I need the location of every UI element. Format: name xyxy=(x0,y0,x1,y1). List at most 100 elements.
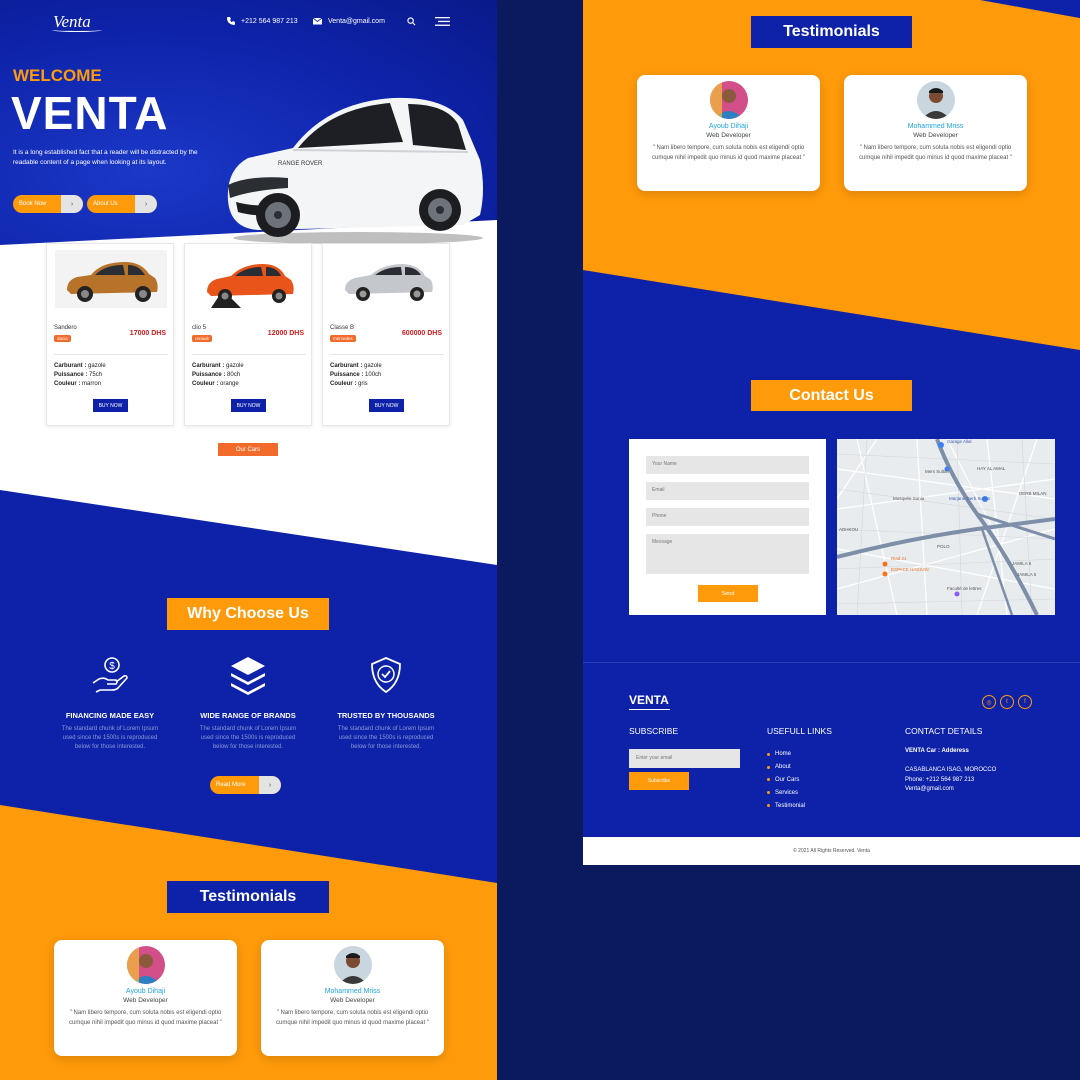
phone-line: Phone: +212 564 987 213 xyxy=(905,776,975,783)
map-label: Riad 21 xyxy=(891,556,907,561)
testimonial-card: Ayoub Dihaji Web Developer " Nam libero … xyxy=(637,75,820,191)
testimonials-title: Testimonials xyxy=(751,16,912,48)
testimonial-name: Mohammed Mriss xyxy=(324,988,381,995)
car-spec-puissance: Puissance : 75ch xyxy=(54,372,103,378)
nav-email-text: Venta@gmail.com xyxy=(328,17,385,25)
book-now-label: Book Now xyxy=(19,201,47,207)
book-now-button[interactable]: Book Now › xyxy=(13,195,83,213)
testimonial-quote: " Nam libero tempore, cum soluta nobis e… xyxy=(652,145,805,161)
footer-link-testimonial[interactable]: Testimonial xyxy=(767,799,805,812)
testimonial-card: Ayoub Dihaji Web Developer " Nam libero … xyxy=(54,940,237,1056)
map-label: Faculté de lettres xyxy=(947,586,982,591)
our-cars-button[interactable]: Our Cars xyxy=(218,443,278,456)
read-more-button[interactable]: Read More › xyxy=(210,776,281,794)
car-image xyxy=(55,250,167,308)
phone-field[interactable]: Phone xyxy=(646,508,809,526)
email-line: Venta@gmail.com xyxy=(905,786,954,792)
footer-link-our-cars[interactable]: Our Cars xyxy=(767,774,805,787)
buy-now-button[interactable]: BUY NOW xyxy=(93,399,128,412)
car-spec-carburant: Carburant : gazole xyxy=(54,363,106,369)
testimonial-role: Web Developer xyxy=(123,997,168,1004)
phone-icon xyxy=(227,17,235,25)
car-price: 17000 DHS xyxy=(129,330,166,337)
instagram-icon[interactable]: ◎ xyxy=(982,695,996,709)
buy-now-button[interactable]: BUY NOW xyxy=(369,399,404,412)
message-field[interactable]: Message xyxy=(646,534,809,574)
map-label: ESPACE HASSAN xyxy=(891,567,929,572)
footer-link-services[interactable]: Services xyxy=(767,786,805,799)
divider xyxy=(54,354,168,355)
testimonial-name: Ayoub Dihaji xyxy=(708,123,749,130)
map-label: Mosquée Sonia xyxy=(893,496,925,501)
map-label: Garage Allal xyxy=(947,439,972,444)
twitter-icon[interactable]: t xyxy=(1000,695,1014,709)
testimonial-quote: " Nam libero tempore, cum soluta nobis e… xyxy=(276,1010,429,1026)
map-label: ADHKOU xyxy=(839,527,859,532)
avatar xyxy=(709,81,748,119)
read-more-label: Read More xyxy=(216,782,246,788)
divider xyxy=(192,354,306,355)
logo-swash xyxy=(52,28,102,32)
testimonial-quote: " Nam libero tempore, cum soluta nobis e… xyxy=(859,145,1012,161)
hero-car-image: RANGE ROVER xyxy=(227,97,483,244)
buy-now-button[interactable]: BUY NOW xyxy=(231,399,266,412)
arrow-right-icon: › xyxy=(259,776,281,794)
about-us-button[interactable]: About Us › xyxy=(87,195,157,213)
nav-phone-text: +212 564 987 213 xyxy=(241,17,298,25)
car-card-sandero[interactable]: Sandero dacia 17000 DHS Carburant : gazo… xyxy=(46,243,174,426)
map-label: Marjane Derb Sultan xyxy=(949,496,991,501)
map-label: JAMILA 5 xyxy=(1017,572,1037,577)
car-name: Sandero xyxy=(54,325,77,331)
subscribe-email-input[interactable]: Enter your email xyxy=(629,749,740,768)
layers-icon xyxy=(231,657,265,695)
contact-details: VENTA Car : Adderess CASABLANCA ISAG, MO… xyxy=(905,747,996,795)
email-field[interactable]: Email xyxy=(646,482,809,500)
car-card-clio[interactable]: clio 5 renault 12000 DHS Carburant : gaz… xyxy=(184,243,312,426)
feature-financing: $ FINANCING MADE EASY The standard chunk… xyxy=(50,655,170,752)
testimonial-name: Mohammed Mriss xyxy=(907,123,964,130)
nav-email[interactable]: Venta@gmail.com xyxy=(312,16,385,26)
arrow-right-icon: › xyxy=(61,195,83,213)
landing-page-bottom: Testimonials Ayoub Dihaji Web Developer … xyxy=(583,0,1080,865)
testimonial-card: Mohammed Mriss Web Developer " Nam liber… xyxy=(844,75,1027,191)
feature-title: FINANCING MADE EASY xyxy=(65,711,155,720)
feature-text: The standard chunk of Lorem Ipsum used s… xyxy=(61,726,159,750)
money-hand-icon: $ xyxy=(92,657,128,693)
nav-phone[interactable]: +212 564 987 213 xyxy=(226,16,298,26)
contact-form: Your Name Email Phone Message Send xyxy=(629,439,826,615)
car-name: Classe B xyxy=(330,325,355,331)
car-price: 600000 DHS xyxy=(401,330,442,337)
search-icon[interactable] xyxy=(407,17,416,26)
footer-link-home[interactable]: Home xyxy=(767,748,805,761)
location-map[interactable]: Garage Allal Mers Sultan HAY AL AMAL Mos… xyxy=(837,439,1055,615)
facebook-icon[interactable]: f xyxy=(1018,695,1032,709)
avatar xyxy=(916,81,955,119)
map-label: Mers Sultan xyxy=(925,469,950,474)
feature-brands: WIDE RANGE OF BRANDS The standard chunk … xyxy=(188,655,308,752)
footer-link-about[interactable]: About xyxy=(767,761,805,774)
divider xyxy=(330,354,444,355)
map-label: HAY AL AMAL xyxy=(977,466,1006,471)
about-us-label: About Us xyxy=(93,201,118,207)
mail-icon xyxy=(312,17,323,25)
testimonial-role: Web Developer xyxy=(913,132,958,139)
feature-title: TRUSTED BY THOUSANDS xyxy=(337,711,435,720)
avatar xyxy=(126,946,165,984)
feature-title: WIDE RANGE OF BRANDS xyxy=(200,711,296,720)
hero-description: It is a long established fact that a rea… xyxy=(13,149,198,166)
car-image xyxy=(193,250,305,308)
testimonial-quote: " Nam libero tempore, cum soluta nobis e… xyxy=(69,1010,222,1026)
company-line: VENTA Car : Adderess xyxy=(905,748,969,754)
car-image xyxy=(331,250,443,308)
svg-text:$: $ xyxy=(109,661,115,672)
why-choose-title: Why Choose Us xyxy=(167,598,329,630)
send-button[interactable]: Send xyxy=(698,585,758,602)
subscribe-button[interactable]: Subscribe xyxy=(629,772,689,790)
hero-welcome: WELCOME xyxy=(13,66,102,85)
name-field[interactable]: Your Name xyxy=(646,456,809,474)
feature-trusted: TRUSTED BY THOUSANDS The standard chunk … xyxy=(326,655,446,752)
footer-brand-underline xyxy=(629,709,670,710)
hero-title: VENTA xyxy=(11,87,169,139)
car-card-classe-b[interactable]: Classe B mercedes 600000 DHS Carburant :… xyxy=(322,243,450,426)
menu-icon[interactable] xyxy=(435,17,450,26)
